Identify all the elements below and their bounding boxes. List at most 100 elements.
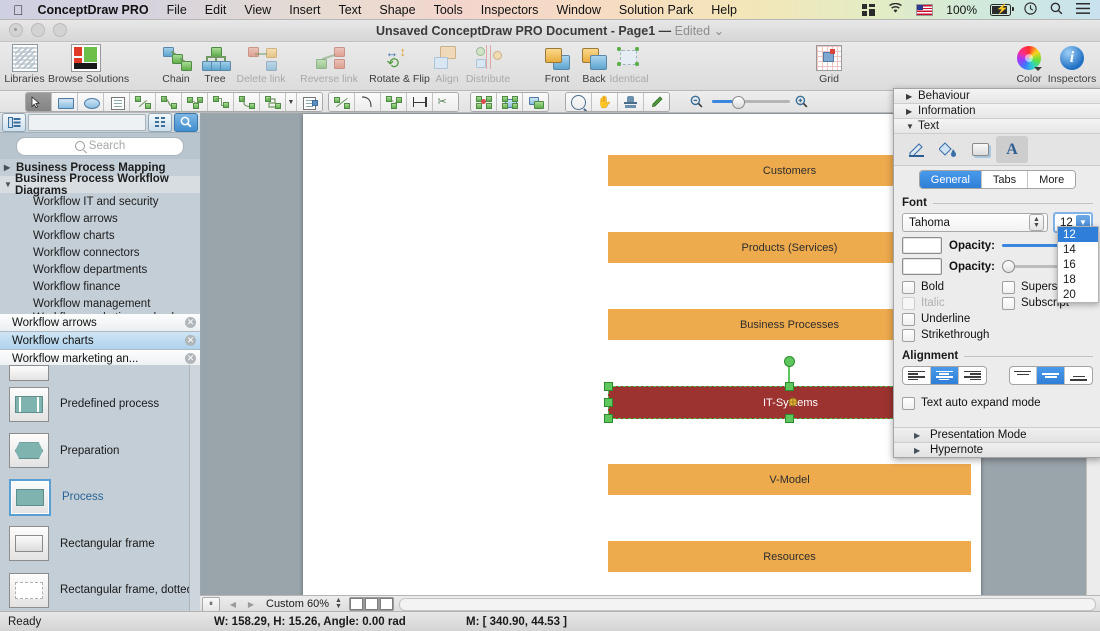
align-center-icon[interactable]	[930, 367, 959, 384]
grid-view-icon[interactable]	[148, 112, 172, 132]
stamp-tool[interactable]	[618, 93, 644, 111]
bezier-connector-tool[interactable]	[234, 93, 260, 111]
menu-item-shape[interactable]: Shape	[379, 3, 415, 17]
align-right-icon[interactable]	[959, 367, 986, 384]
us-flag-icon[interactable]	[916, 3, 934, 16]
zoom-slider[interactable]	[712, 95, 790, 109]
select-shape-tool[interactable]	[497, 93, 523, 111]
spotlight-search-icon[interactable]	[1050, 2, 1063, 18]
align-left-icon[interactable]	[903, 367, 931, 384]
library-path-field[interactable]	[28, 113, 146, 131]
ellipse-tool[interactable]	[78, 93, 104, 111]
shape-list-scrollbar[interactable]	[189, 365, 200, 612]
insert-object-tool[interactable]	[297, 93, 322, 111]
tree-item-workflow-finance[interactable]: Workflow finance	[0, 278, 200, 295]
checkbox-bold[interactable]: Bold	[902, 280, 1002, 294]
line-tool[interactable]	[329, 93, 355, 111]
apple-icon[interactable]: 	[13, 3, 24, 17]
menu-item-inspectors[interactable]: Inspectors	[481, 3, 539, 17]
page-tiles-icon[interactable]	[348, 597, 394, 611]
hand-tool[interactable]: ✋	[592, 93, 618, 111]
shape-item-rectangular-frame-dotted[interactable]: Rectangular frame, dotted	[0, 567, 200, 612]
next-page-icon[interactable]: ▶	[243, 598, 259, 611]
shape-item-process[interactable]: Process	[0, 474, 200, 521]
font-family-stepper-icon[interactable]: ▲ ▼	[1029, 214, 1044, 231]
menu-item-file[interactable]: File	[167, 3, 187, 17]
text-style-icon[interactable]: A	[996, 136, 1028, 163]
tree-group-business-process-workflow-diagrams[interactable]: ▼ Business Process Workflow Diagrams	[0, 173, 200, 197]
toolbar-button-inspectors[interactable]: i Inspectors	[1046, 44, 1098, 85]
shape-item-partial-top[interactable]	[0, 365, 200, 381]
direct-connector-tool[interactable]	[182, 93, 208, 111]
font-family-select[interactable]: Tahoma ▲ ▼	[902, 213, 1048, 232]
inspector-section-hypernote[interactable]: ▶ Hypernote	[894, 442, 1100, 457]
tree-item-workflow-arrows[interactable]: Workflow arrows	[0, 210, 200, 227]
wifi-icon[interactable]	[888, 2, 903, 17]
close-icon[interactable]: ✕	[185, 317, 196, 328]
shape-item-predefined-process[interactable]: Predefined process	[0, 381, 200, 428]
align-top-icon[interactable]	[1010, 367, 1038, 384]
tree-item-workflow-management[interactable]: Workflow management	[0, 295, 200, 312]
resize-handle-top-left[interactable]	[604, 382, 613, 391]
menu-item-solution-park[interactable]: Solution Park	[619, 3, 693, 17]
toolbar-button-libraries[interactable]: Libraries	[2, 44, 47, 85]
close-icon[interactable]: ✕	[185, 335, 196, 346]
toolbar-button-tree[interactable]: Tree	[196, 44, 234, 85]
align-bottom-icon[interactable]	[1065, 367, 1092, 384]
text-background-swatch[interactable]	[902, 258, 942, 275]
zoom-out-icon[interactable]	[690, 95, 703, 111]
page-scroll-track[interactable]	[398, 597, 1096, 611]
tree-item-workflow-charts[interactable]: Workflow charts	[0, 227, 200, 244]
right-angle-connector-tool[interactable]	[208, 93, 234, 111]
notification-center-icon[interactable]	[1076, 2, 1090, 17]
toolbar-button-reverse-link[interactable]: Reverse link	[293, 44, 365, 85]
multi-connector-tool[interactable]	[260, 93, 286, 111]
shape-list[interactable]: Predefined process Preparation Process R…	[0, 365, 200, 612]
inspector-section-presentation-mode[interactable]: ▶ Presentation Mode	[894, 427, 1100, 442]
toolbar-button-align[interactable]: Align	[430, 44, 464, 85]
inspector-section-text[interactable]: ▼ Text	[894, 119, 1100, 134]
shape-v-model[interactable]: V-Model	[608, 464, 971, 495]
menu-item-text[interactable]: Text	[338, 3, 361, 17]
toolbar-button-color[interactable]: Color	[1010, 44, 1048, 85]
polyline-tool[interactable]	[381, 93, 407, 111]
toolbar-button-browse-solutions[interactable]: Browse Solutions	[48, 44, 129, 85]
font-size-option-16[interactable]: 16	[1058, 257, 1098, 272]
title-chevron-icon[interactable]: ⌄	[714, 24, 724, 38]
shape-resources[interactable]: Resources	[608, 541, 971, 572]
resize-handle-top-center[interactable]	[785, 382, 794, 391]
toolbar-button-rotate-flip[interactable]: ↔ ↕ ⟲ Rotate & Flip	[362, 44, 437, 85]
pointer-tool[interactable]	[26, 93, 52, 111]
rectangle-tool[interactable]	[52, 93, 78, 111]
library-view-icon[interactable]	[2, 112, 26, 132]
zoom-tool[interactable]	[566, 93, 592, 111]
panel-icon[interactable]	[862, 3, 876, 16]
resize-handle-bottom-center[interactable]	[785, 414, 794, 423]
resize-handle-middle-left[interactable]	[604, 398, 613, 407]
text-block-tool[interactable]	[104, 93, 130, 111]
font-size-option-20[interactable]: 20	[1058, 287, 1098, 302]
resize-handle-bottom-left[interactable]	[604, 414, 613, 423]
split-handle-icon[interactable]: ⏸	[202, 596, 220, 612]
shape-item-preparation[interactable]: Preparation	[0, 428, 200, 475]
tree-item-workflow-departments[interactable]: Workflow departments	[0, 261, 200, 278]
library-tab-workflow-charts[interactable]: Workflow charts ✕	[0, 332, 200, 350]
toolbar-button-grid[interactable]: Grid	[810, 44, 848, 85]
stepper-icon[interactable]: ▲ ▼	[333, 597, 344, 611]
checkbox-underline[interactable]: Underline	[902, 312, 1002, 326]
dimension-tool[interactable]	[407, 93, 433, 111]
shape-item-rectangular-frame[interactable]: Rectangular frame	[0, 521, 200, 568]
document-page[interactable]: Customers Products (Services) Business P…	[303, 114, 981, 601]
font-size-option-18[interactable]: 18	[1058, 272, 1098, 287]
menu-item-tools[interactable]: Tools	[434, 3, 463, 17]
rotation-handle[interactable]	[784, 356, 795, 367]
group-shapes-tool[interactable]	[523, 93, 548, 111]
font-size-option-12[interactable]: 12	[1058, 227, 1098, 242]
shadow-style-icon[interactable]	[964, 136, 996, 163]
library-tab-workflow-arrows[interactable]: Workflow arrows ✕	[0, 314, 200, 332]
tab-tabs[interactable]: Tabs	[981, 171, 1029, 188]
inspector-section-behaviour[interactable]: ▶ Behaviour	[894, 89, 1100, 104]
close-icon[interactable]: ✕	[185, 353, 196, 364]
battery-charging-icon[interactable]: ⚡	[990, 3, 1014, 16]
menu-item-view[interactable]: View	[244, 3, 271, 17]
